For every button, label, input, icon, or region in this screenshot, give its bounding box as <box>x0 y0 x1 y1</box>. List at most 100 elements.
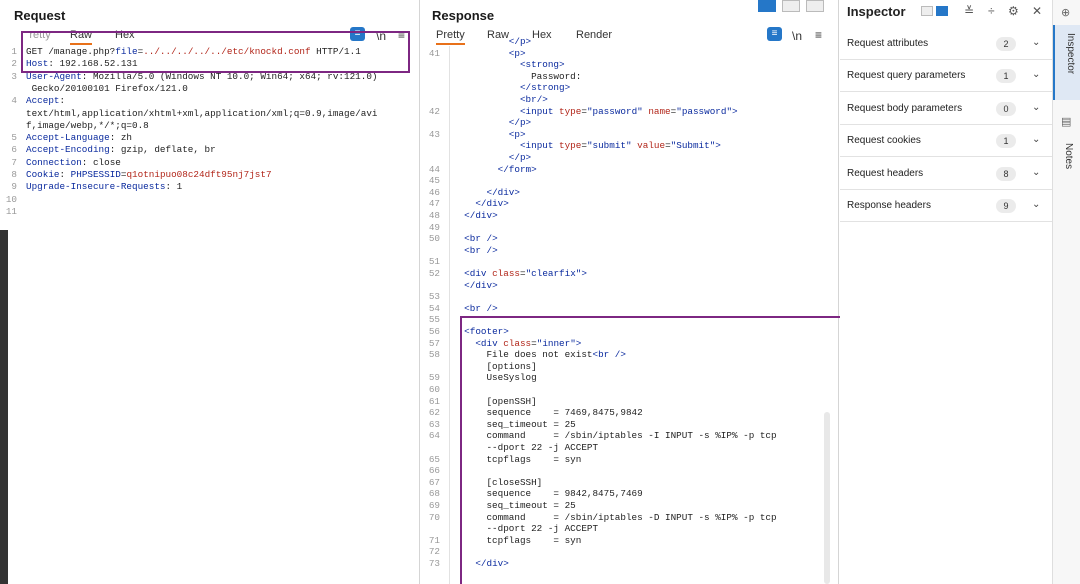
response-code-line: </p> <box>508 117 532 129</box>
response-line-number: 55 <box>428 314 440 326</box>
response-line-number: 61 <box>428 395 440 407</box>
request-code-line: Cookie: PHPSESSID=q1otnipuo08c24dft95nj7… <box>26 169 272 180</box>
response-title: Response <box>432 8 495 23</box>
request-line-number: 2 <box>11 58 17 70</box>
request-editor[interactable]: 1 GET /manage.php?file=../../../../../etc… <box>0 46 419 584</box>
request-line-number: 10 <box>5 193 17 205</box>
response-code-line: <strong> <box>519 59 565 71</box>
response-code-line: Password: <box>453 70 582 82</box>
response-menu-icon[interactable]: ≡ <box>815 28 822 42</box>
layout-split-icon[interactable] <box>758 0 776 12</box>
chevron-down-icon[interactable]: ⌄ <box>1032 134 1040 145</box>
request-line-number: 6 <box>11 144 17 156</box>
response-code-line: </div> <box>486 186 520 198</box>
response-line-number: 69 <box>428 500 440 511</box>
response-line-number: 48 <box>428 210 440 221</box>
response-panel: Response Pretty Raw Hex Render ≡ \n ≡ </… <box>421 0 918 584</box>
gear-icon[interactable]: ⚙ <box>1008 4 1019 18</box>
sidebar-tab-notes-label: Notes <box>1063 143 1074 170</box>
inspector-layout-right-icon[interactable] <box>936 6 948 16</box>
sidebar-tab-inspector-label: Inspector <box>1065 33 1076 75</box>
inspector-section-label: Request headers <box>847 167 924 179</box>
response-line-number: 62 <box>428 407 440 419</box>
inspector-section-label: Response headers <box>847 200 931 211</box>
inspector-section-count: 0 <box>996 101 1016 116</box>
response-line-number: 58 <box>428 349 440 361</box>
inspector-section[interactable]: Request cookies 1 ⌄ <box>840 125 1052 158</box>
inspector-layout-left-icon[interactable] <box>921 6 933 16</box>
right-sidebar: ⊕ Inspector ▤ Notes <box>1052 0 1080 584</box>
response-code-line: </form> <box>497 163 537 175</box>
inspector-section[interactable]: Request query parameters 1 ⌄ <box>840 60 1052 93</box>
response-wrap-button[interactable]: ≡ <box>767 27 782 41</box>
response-line-number: 53 <box>428 291 440 303</box>
request-line-number: 4 <box>11 95 17 107</box>
layout-tabs-icon[interactable] <box>806 0 824 12</box>
request-code-line: Accept: <box>26 95 66 107</box>
response-tab-render[interactable]: Render <box>576 29 612 41</box>
request-code-line: Accept-Encoding: gzip, deflate, br <box>26 144 216 156</box>
response-line-number: 51 <box>428 256 440 268</box>
response-line-number: 64 <box>428 430 440 442</box>
inspector-section-label: Request query parameters <box>847 70 966 82</box>
response-code-line: <input type="submit" value="Submit"> <box>519 140 721 152</box>
response-line-number: 66 <box>428 465 440 477</box>
response-line-number: 50 <box>428 233 440 245</box>
response-line-number: 54 <box>428 302 440 314</box>
request-code-line: Accept-Language: zh <box>26 132 133 144</box>
request-line-number: 1 <box>11 46 17 57</box>
request-line-number: 5 <box>11 132 17 144</box>
response-line-number: 73 <box>428 558 440 569</box>
sidebar-tab-inspector[interactable]: Inspector <box>1053 25 1080 100</box>
response-code-line: <p> <box>508 47 526 59</box>
response-line-number: 65 <box>428 453 440 465</box>
request-code-line: Upgrade-Insecure-Requests: 1 <box>26 181 183 193</box>
request-line-number: 3 <box>11 70 17 82</box>
request-line-number: 8 <box>11 169 17 180</box>
request-code-line: f,image/webp,*/*;q=0.8 <box>26 119 149 131</box>
response-tab-hex[interactable]: Hex <box>532 29 552 41</box>
response-newline-button[interactable]: \n <box>792 29 802 43</box>
inspector-panel: Inspector ≚ ÷ ⚙ ✕ Request attributes 2 ⌄ Re… <box>840 0 1052 584</box>
response-line-number: 59 <box>428 372 440 384</box>
response-line-number: 56 <box>428 326 440 337</box>
chevron-down-icon[interactable]: ⌄ <box>1032 37 1040 48</box>
chevron-down-icon[interactable]: ⌄ <box>1032 69 1040 80</box>
inspector-section[interactable]: Request body parameters 0 ⌄ <box>840 93 1052 125</box>
chevron-down-icon[interactable]: ⌄ <box>1032 167 1040 178</box>
response-line-number: 63 <box>428 418 440 430</box>
inspector-section-count: 2 <box>996 37 1016 51</box>
response-line-number: 46 <box>428 186 440 198</box>
request-line-number: 7 <box>11 156 17 168</box>
inspector-section-label: Request body parameters <box>847 102 963 114</box>
left-window-edge <box>0 230 8 584</box>
chevron-down-icon[interactable]: ⌄ <box>1032 199 1040 210</box>
response-code-line: <div class="clearfix"> <box>464 268 587 279</box>
inspector-section-count: 8 <box>996 166 1016 181</box>
response-code-line: </p> <box>508 36 532 47</box>
response-line-number: 67 <box>428 476 440 488</box>
response-line-number: 42 <box>428 105 440 117</box>
inspector-section[interactable]: Response headers 9 ⌄ <box>840 190 1052 222</box>
response-line-number: 47 <box>428 198 440 210</box>
response-code-line: </div> <box>464 210 498 221</box>
collapse-all-icon[interactable]: ÷ <box>988 4 995 18</box>
sidebar-tab-notes[interactable]: ▤ Notes <box>1053 115 1080 185</box>
close-icon[interactable]: ✕ <box>1032 4 1042 18</box>
layout-horizontal-icon[interactable] <box>782 0 800 12</box>
response-code-line: <br /> <box>464 233 498 245</box>
response-line-number: 49 <box>428 221 440 233</box>
notes-icon: ▤ <box>1061 116 1072 128</box>
response-code-line: <br /> <box>464 244 498 256</box>
response-code-line: </p> <box>508 152 532 163</box>
inspector-section-count: 1 <box>996 134 1016 149</box>
request-code-line: text/html,application/xhtml+xml,applicat… <box>26 107 378 119</box>
response-code-line: <input type="password" name="password"> <box>519 105 738 117</box>
inspector-section[interactable]: Request headers 8 ⌄ <box>840 158 1052 190</box>
chevron-down-icon[interactable]: ⌄ <box>1032 102 1040 113</box>
response-code-line: <br /> <box>464 302 498 314</box>
response-line-number: 68 <box>428 488 440 500</box>
expand-all-icon[interactable]: ≚ <box>964 4 974 18</box>
response-line-number: 71 <box>428 534 440 546</box>
inspector-section[interactable]: Request attributes 2 ⌄ <box>840 28 1052 60</box>
